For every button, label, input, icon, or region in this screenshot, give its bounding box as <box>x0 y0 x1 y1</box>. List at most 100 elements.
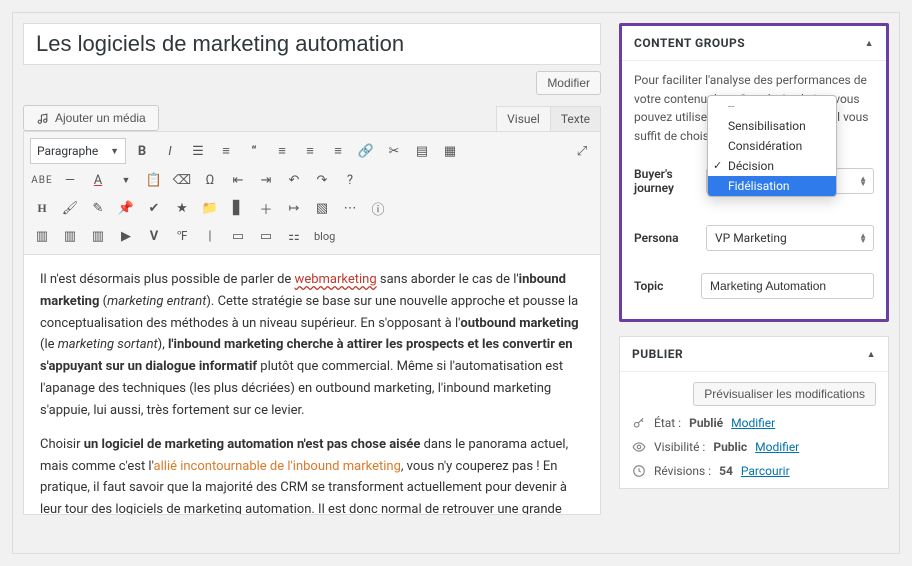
edit-state-link[interactable]: Modifier <box>731 416 775 430</box>
blockquote-icon[interactable]: “ <box>242 139 266 163</box>
preview-changes-button[interactable]: Prévisualiser les modifications <box>693 382 876 406</box>
inbound-link[interactable]: allié incontournable de l'inbound market… <box>154 459 401 474</box>
fullscreen-icon[interactable]: ⤢ <box>570 139 594 163</box>
align-right-icon[interactable]: ≡ <box>326 139 350 163</box>
post-title-input[interactable] <box>23 23 601 65</box>
cols2-icon[interactable]: ▥ <box>30 224 54 248</box>
image-icon[interactable]: ▧ <box>310 196 334 220</box>
vimeo-icon[interactable]: V <box>142 224 166 248</box>
special-char-icon[interactable]: Ω <box>198 168 222 192</box>
key-icon <box>632 416 646 430</box>
persona-label: Persona <box>634 231 696 245</box>
topic-input[interactable] <box>701 273 874 299</box>
sidebar: CONTENT GROUPS ▲ Pour faciliter l'analys… <box>619 23 889 553</box>
persona-row: Persona VP Marketing ▲▼ <box>634 225 874 251</box>
edit-permalink-button[interactable]: Modifier <box>536 71 601 95</box>
toolbar-row-4: ▥ ▥ ▥ ▶ V ℉ | ▭ ▭ ⚏ blog <box>30 222 594 250</box>
editor-content[interactable]: Il n'est désormais plus possible de parl… <box>23 255 601 515</box>
revisions-icon <box>632 464 646 478</box>
textcolor-icon[interactable]: A <box>86 168 110 192</box>
outdent-icon[interactable]: ⇤ <box>226 168 250 192</box>
number-list-icon[interactable]: ≡ <box>214 139 238 163</box>
textcolor-dropdown-icon[interactable]: ▼ <box>114 168 138 192</box>
arrow-right-icon[interactable]: ↦ <box>282 196 306 220</box>
ellipsis-icon[interactable]: ⋯ <box>338 196 362 220</box>
brush-icon[interactable]: 🖌 <box>58 196 82 220</box>
card-icon[interactable]: ▭ <box>226 224 250 248</box>
publish-state-row: État : Publié Modifier <box>632 416 876 430</box>
content-groups-title: CONTENT GROUPS <box>634 36 745 50</box>
publish-title: PUBLIER <box>632 347 683 361</box>
star-icon[interactable]: ★ <box>170 196 194 220</box>
indent-icon[interactable]: ⇥ <box>254 168 278 192</box>
browse-revisions-link[interactable]: Parcourir <box>741 464 790 478</box>
tab-visual[interactable]: Visuel <box>496 106 551 131</box>
paste-icon[interactable]: 📋 <box>142 168 166 192</box>
blog-button[interactable]: blog <box>310 224 339 248</box>
persona-select[interactable]: VP Marketing ▲▼ <box>706 225 874 251</box>
publish-body: Prévisualiser les modifications État : P… <box>620 372 888 488</box>
book-icon[interactable]: ▋ <box>226 196 250 220</box>
cols4-icon[interactable]: ▥ <box>86 224 110 248</box>
readmore-icon[interactable]: ▤ <box>410 139 434 163</box>
edit-visibility-link[interactable]: Modifier <box>755 440 799 454</box>
collapse-icon: ▲ <box>865 38 874 49</box>
buyer-opt-sensibilisation[interactable]: Sensibilisation <box>708 116 836 136</box>
align-left-icon[interactable]: ≡ <box>270 139 294 163</box>
hr-icon[interactable]: — <box>58 168 82 192</box>
state-value: Publié <box>689 416 723 430</box>
sep-icon: | <box>198 224 222 248</box>
creditcard-icon[interactable]: ▭ <box>254 224 278 248</box>
publish-header[interactable]: PUBLIER ▲ <box>620 337 888 372</box>
dollar-icon[interactable]: ⚏ <box>282 224 306 248</box>
link-icon[interactable]: 🔗 <box>354 139 378 163</box>
paragraph-1: Il n'est désormais plus possible de parl… <box>40 269 584 422</box>
content-groups-body: Pour faciliter l'analyse des performance… <box>622 61 886 319</box>
bold-icon[interactable]: B <box>130 139 154 163</box>
collapse-icon: ▲ <box>867 349 876 360</box>
format-select[interactable]: Paragraphe ▼ <box>30 138 126 164</box>
buyer-journey-row: Buyer's journey ▲▼ -- Sensibilisation Co… <box>634 167 874 195</box>
italic-icon[interactable]: I <box>158 139 182 163</box>
publish-visibility-row: Visibilité : Public Modifier <box>632 440 876 454</box>
heading-icon[interactable]: H <box>30 196 54 220</box>
pin-icon[interactable]: 📌 <box>114 196 138 220</box>
plus-icon[interactable]: ＋ <box>254 196 278 220</box>
toolbar-row-1: Paragraphe ▼ B I ☰ ≡ “ ≡ ≡ ≡ 🔗 ✂ ▤ ▦ ⤢ <box>30 136 594 166</box>
music-note-icon <box>36 112 49 125</box>
visibility-value: Public <box>713 440 747 454</box>
check-icon[interactable]: ✔ <box>142 196 166 220</box>
persona-value: VP Marketing <box>715 231 787 245</box>
paragraph-2: Choisir un logiciel de marketing automat… <box>40 434 584 515</box>
chevron-down-icon: ▼ <box>110 146 119 157</box>
content-groups-header[interactable]: CONTENT GROUPS ▲ <box>622 26 886 61</box>
video-icon[interactable]: ▶ <box>114 224 138 248</box>
unlink-icon[interactable]: ✂ <box>382 139 406 163</box>
fahrenheit-icon[interactable]: ℉ <box>170 224 194 248</box>
abe-icon[interactable]: ABE <box>30 168 54 192</box>
toolbar-toggle-icon[interactable]: ▦ <box>438 139 462 163</box>
buyer-opt-decision[interactable]: Décision <box>708 156 836 176</box>
buyer-journey-label: Buyer's journey <box>634 167 696 195</box>
redo-icon[interactable]: ↷ <box>310 168 334 192</box>
buyer-journey-select[interactable]: ▲▼ -- Sensibilisation Considération Déci… <box>706 168 874 194</box>
bullet-list-icon[interactable]: ☰ <box>186 139 210 163</box>
pencil-icon[interactable]: ✎ <box>86 196 110 220</box>
undo-icon[interactable]: ↶ <box>282 168 306 192</box>
tab-text[interactable]: Texte <box>550 106 601 131</box>
cols3-icon[interactable]: ▥ <box>58 224 82 248</box>
buyer-opt-consideration[interactable]: Considération <box>708 136 836 156</box>
content-groups-panel: CONTENT GROUPS ▲ Pour faciliter l'analys… <box>619 23 889 322</box>
align-center-icon[interactable]: ≡ <box>298 139 322 163</box>
buyer-opt-none[interactable]: -- <box>708 96 836 116</box>
toolbar-row-2: ABE — A ▼ 📋 ⌫ Ω ⇤ ⇥ ↶ ↷ ? <box>30 166 594 194</box>
info-icon[interactable]: ⓘ <box>366 196 390 220</box>
editor-mode-tabs: Visuel Texte <box>497 106 601 131</box>
help-icon[interactable]: ? <box>338 168 362 192</box>
clear-format-icon[interactable]: ⌫ <box>170 168 194 192</box>
buyer-opt-fidelisation[interactable]: Fidélisation <box>708 176 836 196</box>
folder-icon[interactable]: 📁 <box>198 196 222 220</box>
revisions-value: 54 <box>719 464 733 478</box>
add-media-button[interactable]: Ajouter un média <box>23 105 159 131</box>
tinymce-toolbar: Paragraphe ▼ B I ☰ ≡ “ ≡ ≡ ≡ 🔗 ✂ ▤ ▦ ⤢ A… <box>23 131 601 255</box>
